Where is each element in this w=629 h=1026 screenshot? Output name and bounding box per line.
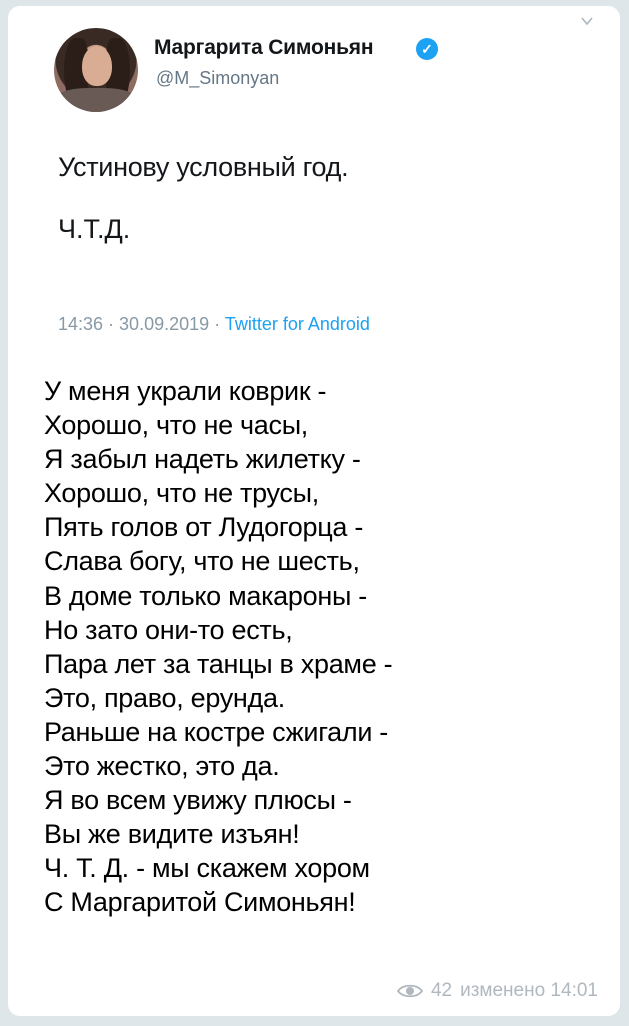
message-footer: 42 изменено 14:01 <box>396 980 598 1002</box>
author-handle[interactable]: @M_Simonyan <box>156 68 279 89</box>
meta-separator: · <box>103 314 120 334</box>
author-name[interactable]: Маргарита Симоньян <box>154 36 374 60</box>
message-line: Это жестко, это да. <box>44 751 280 782</box>
chevron-down-icon[interactable] <box>580 14 594 28</box>
tweet-text: Устинову условный год. <box>58 152 349 182</box>
message-line: Но зато они-то есть, <box>44 614 293 645</box>
message-line: У меня украли коврик - <box>44 376 327 406</box>
message-line: Ч. Т. Д. - мы скажем хором <box>44 853 370 884</box>
message-bubble: Маргарита Симоньян ✓ @M_Simonyan Устинов… <box>8 6 620 1016</box>
message-line: Пара лет за танцы в храме - <box>44 648 393 679</box>
message-line: Это, право, ерунда. <box>44 682 285 713</box>
message-line: Хорошо, что не часы, <box>44 410 309 441</box>
meta-separator: · <box>209 314 225 334</box>
message-line: Я забыл надеть жилетку - <box>44 444 361 475</box>
tweet-source-link[interactable]: Twitter for Android <box>225 314 370 334</box>
edited-label: изменено 14:01 <box>460 980 598 1001</box>
tweet-time: 14:36 <box>58 314 104 334</box>
message-line: С Маргаритой Симоньян! <box>44 887 356 918</box>
verified-badge-icon: ✓ <box>416 38 438 60</box>
message-line: Раньше на костре сжигали - <box>44 716 388 747</box>
message-line: Слава богу, что не шесть, <box>44 546 360 577</box>
eye-icon <box>396 984 423 998</box>
message-line: Вы же видите изъян! <box>44 819 300 850</box>
message-line: Пять голов от Лудогорца - <box>44 512 364 543</box>
avatar[interactable] <box>54 28 138 112</box>
message-line: Я во всем увижу плюсы - <box>44 785 352 816</box>
tweet-meta: 14:36 · 30.09.2019 · Twitter for Android <box>58 314 370 335</box>
message-text: У меня украли коврик - Хорошо, что не ча… <box>44 374 604 920</box>
tweet-text-second-line: Ч.Т.Д. <box>58 214 131 244</box>
message-line: В доме только макароны - <box>44 580 367 611</box>
view-count: 42 <box>430 980 453 1001</box>
message-line: Хорошо, что не трусы, <box>44 478 319 509</box>
tweet-date: 30.09.2019 <box>119 314 210 334</box>
